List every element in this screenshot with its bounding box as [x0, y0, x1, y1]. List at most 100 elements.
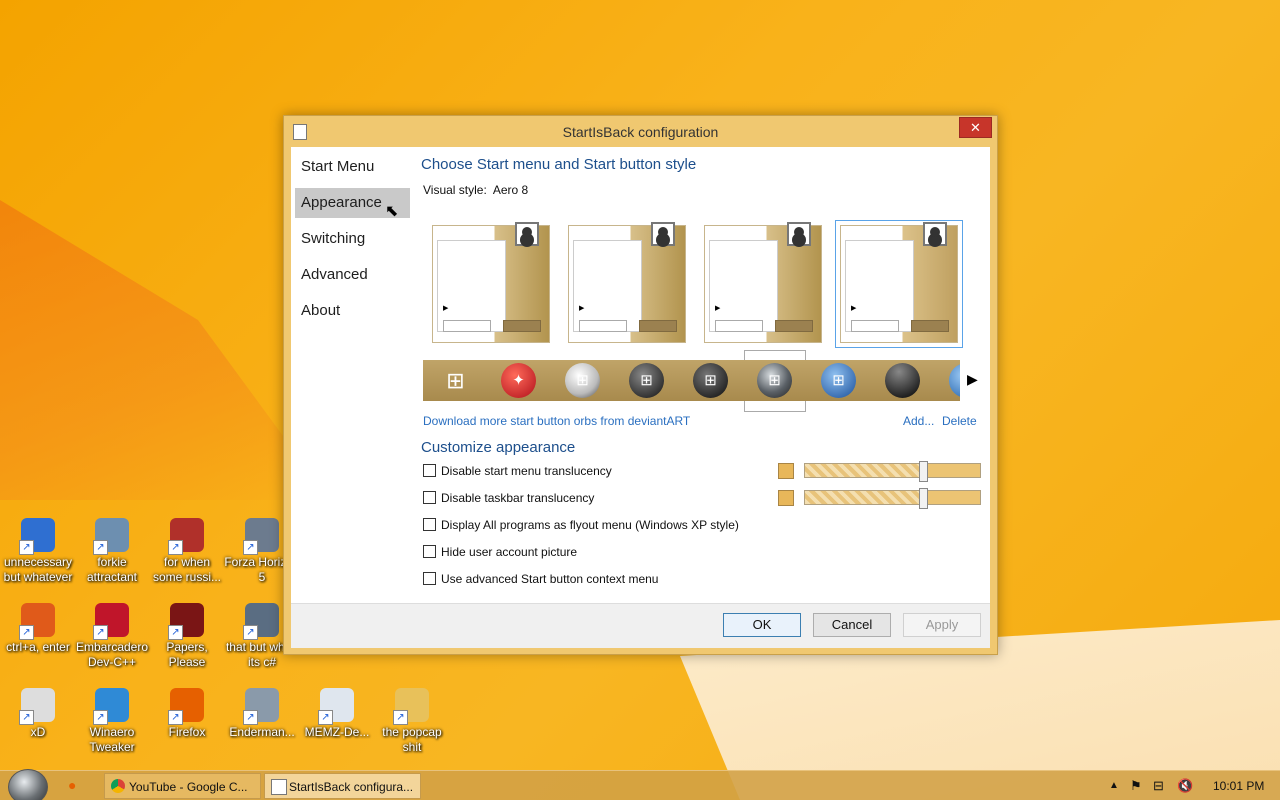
slider-thumb[interactable]: [919, 488, 928, 509]
desktop-shortcut[interactable]: Firefox: [149, 688, 225, 740]
document-icon: [243, 688, 279, 725]
menu-style-option-selected[interactable]: ▶: [835, 220, 963, 348]
orb-dark-icon[interactable]: ⊞: [629, 363, 664, 398]
slider-track: [919, 464, 980, 477]
help-icon: [19, 518, 55, 555]
music-icon: [243, 518, 279, 555]
taskbar-translucency-slider[interactable]: [804, 488, 981, 509]
desktop-shortcut-label: the popcap shit: [382, 725, 442, 754]
dialog-footer: OK Cancel Apply: [291, 603, 990, 648]
desktop-shortcut-label: for when some russi...: [152, 555, 221, 584]
visual-style-value: Aero 8: [492, 183, 529, 197]
checkbox[interactable]: [423, 545, 436, 558]
scroll-right-icon[interactable]: ▶: [967, 371, 978, 388]
desktop-shortcut[interactable]: forkie attractant: [74, 518, 150, 585]
option-advanced-context-menu[interactable]: Use advanced Start button context menu: [423, 572, 658, 588]
option-start-translucency[interactable]: Disable start menu translucency: [423, 464, 612, 480]
orb-sphere-icon[interactable]: [885, 363, 920, 398]
add-link[interactable]: Add...: [903, 414, 934, 428]
user-picture-icon: [651, 222, 675, 246]
ring-icon: [19, 603, 55, 640]
color-swatch-taskbar[interactable]: [778, 490, 794, 506]
user-picture-icon: [923, 222, 947, 246]
start-menu-translucency-slider[interactable]: [804, 461, 981, 482]
settings-icon: [93, 518, 129, 555]
firefox-icon[interactable]: ●: [68, 777, 76, 793]
start-button[interactable]: [8, 769, 48, 800]
desktop-shortcut[interactable]: Enderman...: [224, 688, 300, 740]
checkbox[interactable]: [423, 518, 436, 531]
menu-style-option[interactable]: ▶: [568, 222, 686, 343]
menu-style-option[interactable]: ▶: [704, 222, 822, 343]
desktop-shortcut[interactable]: Winaero Tweaker: [74, 688, 150, 755]
orb-silver-icon[interactable]: ⊞: [757, 363, 792, 398]
checkbox[interactable]: [423, 491, 436, 504]
desktop-shortcut[interactable]: the popcap shit: [374, 688, 450, 755]
desktop-shortcut[interactable]: ctrl+a, enter: [0, 603, 76, 655]
desktop-shortcut[interactable]: for when some russi...: [149, 518, 225, 585]
globe-icon: [93, 688, 129, 725]
nav-advanced[interactable]: Advanced: [295, 260, 410, 290]
devcpp-icon: [93, 603, 129, 640]
apply-button[interactable]: Apply: [903, 613, 981, 637]
desktop-shortcut[interactable]: Embarcadero Dev-C++: [74, 603, 150, 670]
mouse-cursor-icon: ⬉: [385, 203, 399, 220]
folder-icon: [393, 688, 429, 725]
taskbar: ● YouTube - Google C... StartIsBack conf…: [0, 769, 1280, 800]
download-orbs-link[interactable]: Download more start button orbs from dev…: [423, 414, 690, 428]
seal-icon: [168, 603, 204, 640]
taskbar-startisback-button[interactable]: StartIsBack configura...: [264, 773, 421, 799]
orb-blue-icon[interactable]: ⊞: [821, 363, 856, 398]
desktop-shortcut-label: xD: [30, 725, 46, 739]
windows-icon: [243, 603, 279, 640]
desktop-shortcut-label: Winaero Tweaker: [89, 725, 135, 754]
action-center-flag-icon[interactable]: ⚑: [1130, 778, 1142, 794]
orb-ornament-icon[interactable]: ✦: [501, 363, 536, 398]
network-icon[interactable]: ⊟: [1153, 778, 1164, 794]
option-hide-user-picture[interactable]: Hide user account picture: [423, 545, 577, 561]
option-flyout-menu[interactable]: Display All programs as flyout menu (Win…: [423, 518, 739, 534]
ok-button[interactable]: OK: [723, 613, 801, 637]
recycle-bin-icon: [318, 688, 354, 725]
user-picture-icon: [515, 222, 539, 246]
checkbox[interactable]: [423, 572, 436, 585]
desktop-shortcut-label: Enderman...: [229, 725, 295, 739]
show-hidden-icons-icon[interactable]: ▲: [1109, 780, 1119, 791]
cancel-button[interactable]: Cancel: [813, 613, 891, 637]
desktop-shortcut[interactable]: MEMZ-De...: [299, 688, 375, 740]
desktop-shortcut-label: forkie attractant: [86, 555, 138, 584]
close-button[interactable]: ✕: [959, 117, 992, 138]
desktop-shortcut[interactable]: unnecessary but whatever: [0, 518, 76, 585]
orb-windows7-icon[interactable]: ⊞: [565, 363, 600, 398]
user-picture-icon: [787, 222, 811, 246]
window-content: Start Menu Appearance Switching Advanced…: [291, 147, 990, 603]
checkbox[interactable]: [423, 464, 436, 477]
orb-windows8-icon[interactable]: ⊞: [438, 363, 473, 398]
style-heading: Choose Start menu and Start button style: [421, 156, 697, 173]
nav-about[interactable]: About: [295, 296, 410, 326]
slider-thumb[interactable]: [919, 461, 928, 482]
window-title: StartIsBack configuration: [562, 124, 719, 140]
taskbar-chrome-button[interactable]: YouTube - Google C...: [104, 773, 261, 799]
color-swatch-start-menu[interactable]: [778, 463, 794, 479]
firefox-icon: [168, 688, 204, 725]
title-bar[interactable]: StartIsBack configuration ✕: [284, 116, 997, 146]
delete-link[interactable]: Delete: [942, 414, 977, 428]
customize-heading: Customize appearance: [421, 439, 576, 456]
volume-muted-icon[interactable]: 🔇: [1177, 778, 1193, 794]
orb-black-icon[interactable]: ⊞: [693, 363, 728, 398]
desktop-shortcut-label: ctrl+a, enter: [6, 640, 70, 654]
desktop-shortcut[interactable]: Papers, Please: [149, 603, 225, 670]
orb-partial-icon[interactable]: [949, 363, 960, 398]
desktop-shortcut-label: MEMZ-De...: [304, 725, 370, 739]
option-taskbar-translucency[interactable]: Disable taskbar translucency: [423, 491, 594, 507]
desktop-shortcut[interactable]: xD: [0, 688, 76, 740]
document-icon: [168, 518, 204, 555]
orb-strip: ⊞ ✦ ⊞ ⊞ ⊞ ⊞ ⊞: [423, 360, 960, 401]
desktop-shortcut-label: Papers, Please: [166, 640, 208, 669]
clock[interactable]: 10:01 PM: [1213, 779, 1264, 793]
nav-start-menu[interactable]: Start Menu: [295, 152, 410, 182]
menu-style-option[interactable]: ▶: [432, 222, 550, 343]
nav-switching[interactable]: Switching: [295, 224, 410, 254]
file-icon: [19, 688, 55, 725]
